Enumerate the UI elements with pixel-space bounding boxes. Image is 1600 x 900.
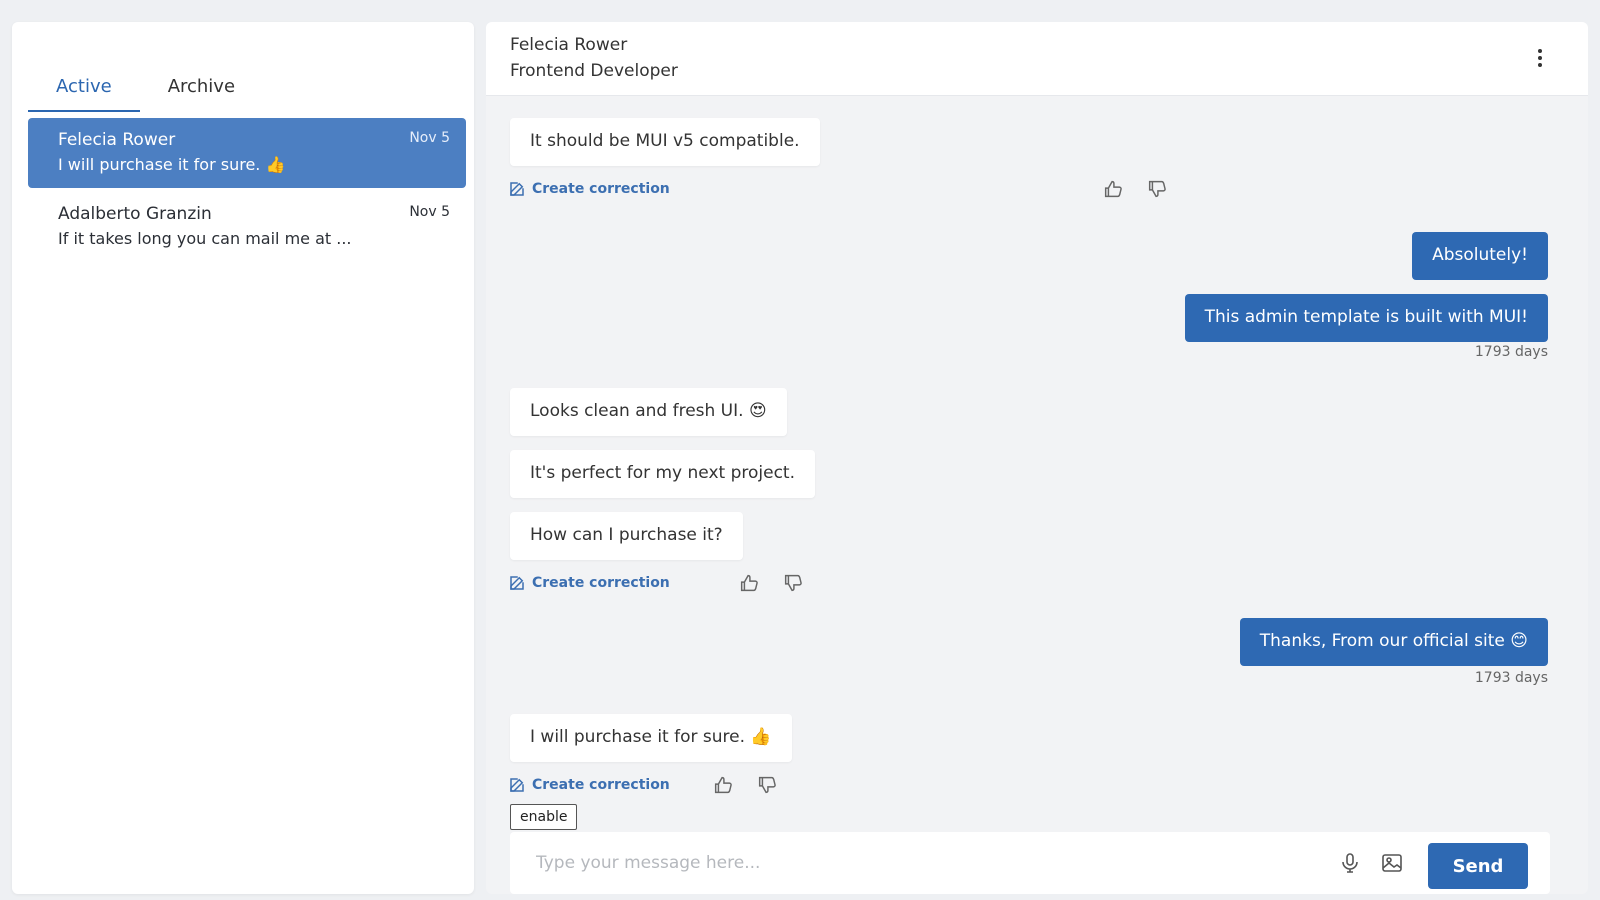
send-button[interactable]: Send	[1428, 843, 1528, 889]
outgoing-message: This admin template is built with MUI!	[1184, 294, 1548, 342]
incoming-message: It should be MUI v5 compatible.	[510, 118, 820, 166]
enable-badge[interactable]: enable	[510, 804, 578, 830]
create-correction-label: Create correction	[532, 575, 670, 591]
outgoing-message: Absolutely!	[1412, 232, 1548, 280]
conversation-tabs: Active Archive	[28, 50, 263, 112]
thumbs-down-icon[interactable]	[1146, 178, 1168, 200]
contact-role: Frontend Developer	[510, 61, 678, 81]
message-composer: Send	[510, 832, 1550, 894]
more-vertical-icon[interactable]	[1530, 46, 1550, 74]
thumbs-up-icon[interactable]	[712, 774, 734, 796]
conversation-name: Felecia Rower	[58, 130, 176, 150]
message-timestamp: 1793 days	[1474, 344, 1548, 360]
tab-active[interactable]: Active	[28, 50, 140, 112]
conversation-list: Felecia Rower I will purchase it for sur…	[28, 118, 466, 266]
thumbs-down-icon[interactable]	[782, 572, 804, 594]
create-correction-button[interactable]: Create correction	[508, 180, 670, 198]
incoming-message: It's perfect for my next project.	[510, 450, 815, 498]
edit-icon	[510, 576, 524, 590]
edit-icon	[510, 778, 524, 792]
image-icon[interactable]	[1380, 851, 1406, 877]
conversation-name: Adalberto Granzin	[58, 204, 212, 224]
conversation-item-adalberto[interactable]: Adalberto Granzin If it takes long you c…	[28, 192, 466, 262]
conversation-preview: If it takes long you can mail me at ...	[58, 229, 352, 248]
incoming-message: I will purchase it for sure. 👍	[510, 714, 792, 762]
create-correction-label: Create correction	[532, 181, 670, 197]
chat-header: Felecia Rower Frontend Developer	[486, 22, 1588, 96]
chat-panel: Felecia Rower Frontend Developer It shou…	[486, 22, 1588, 894]
conversation-date: Nov 5	[409, 130, 450, 146]
conversation-item-felecia[interactable]: Felecia Rower I will purchase it for sur…	[28, 118, 466, 188]
thumbs-down-icon[interactable]	[756, 774, 778, 796]
conversation-panel: Active Archive Felecia Rower I will purc…	[12, 22, 474, 894]
edit-icon	[510, 182, 524, 196]
thumbs-up-icon[interactable]	[738, 572, 760, 594]
thumbs-up-icon[interactable]	[1102, 178, 1124, 200]
message-input[interactable]	[536, 846, 1296, 880]
conversation-preview: I will purchase it for sure. 👍	[58, 155, 286, 174]
message-timestamp: 1793 days	[1474, 670, 1548, 686]
tab-archive[interactable]: Archive	[140, 50, 263, 112]
create-correction-button[interactable]: Create correction	[508, 776, 670, 794]
create-correction-button[interactable]: Create correction	[508, 574, 670, 592]
contact-name: Felecia Rower	[510, 35, 628, 55]
outgoing-message: Thanks, From our official site 😊	[1239, 618, 1548, 666]
microphone-icon[interactable]	[1338, 851, 1364, 877]
conversation-date: Nov 5	[409, 204, 450, 220]
incoming-message: Looks clean and fresh UI. 😍	[510, 388, 787, 436]
incoming-message: How can I purchase it?	[510, 512, 743, 560]
create-correction-label: Create correction	[532, 777, 670, 793]
